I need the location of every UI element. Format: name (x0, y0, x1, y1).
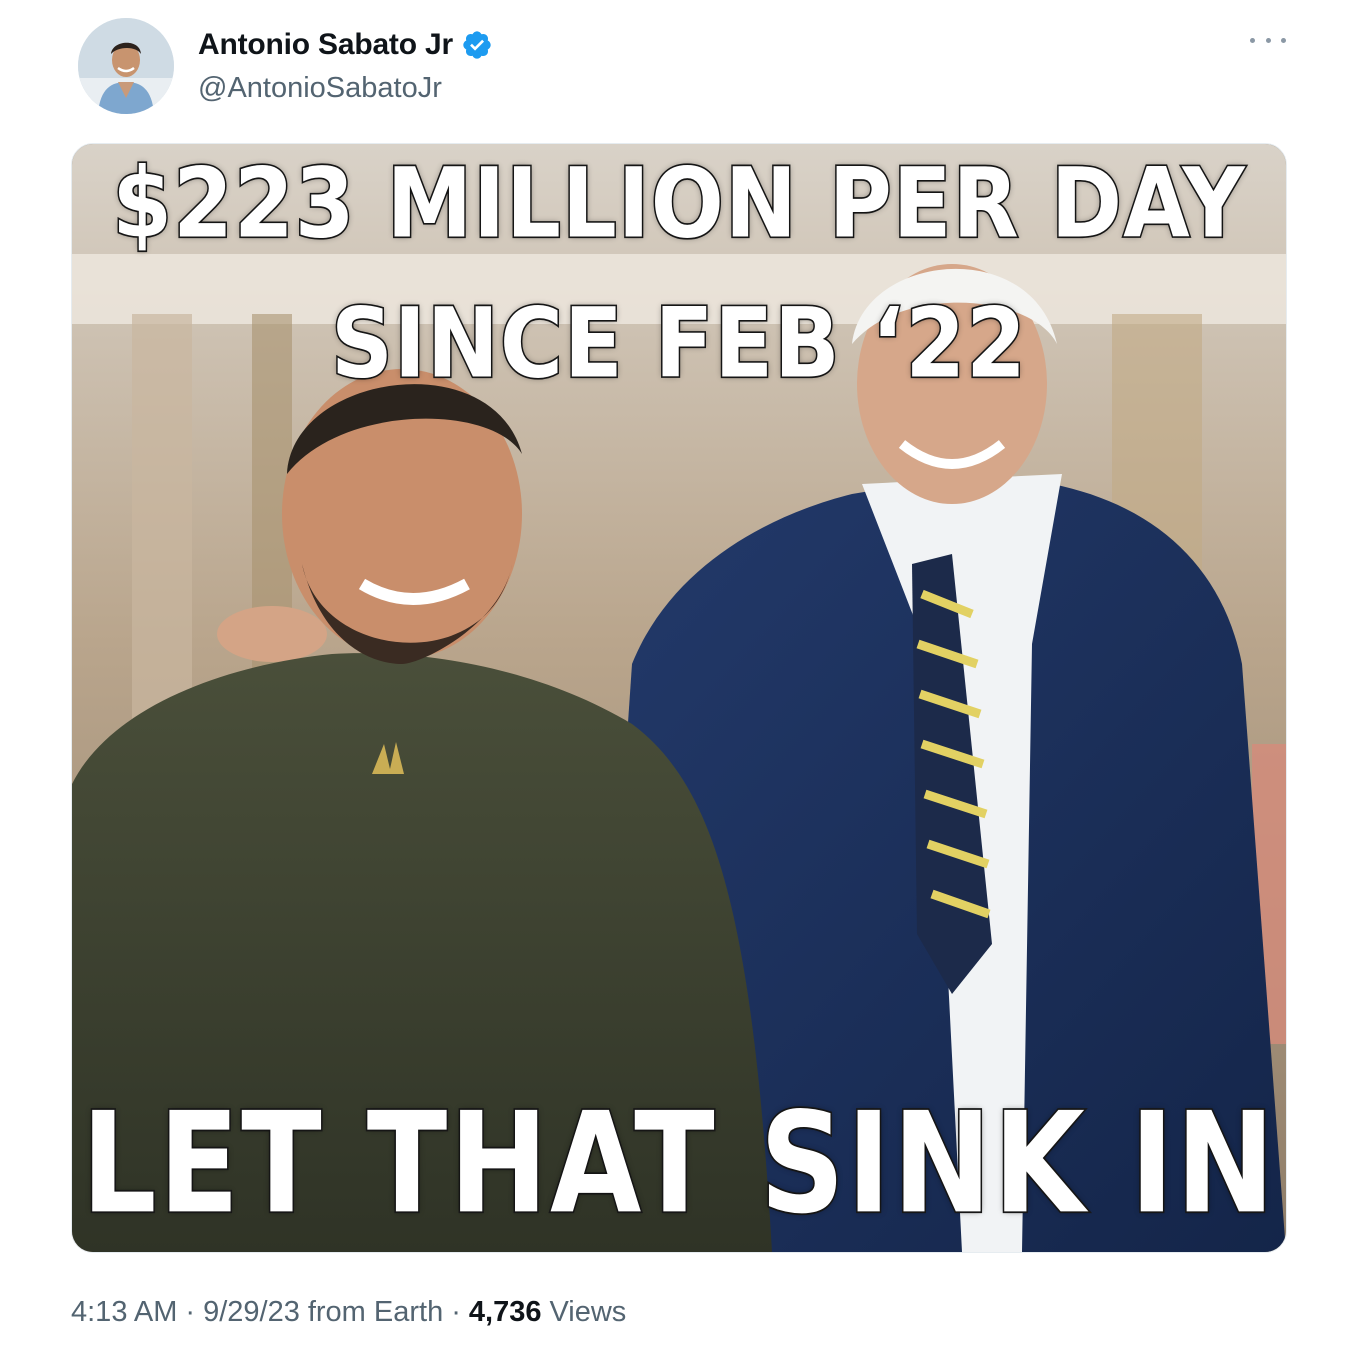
author-avatar[interactable] (78, 18, 174, 114)
author-name-row[interactable]: Antonio Sabato Jr (198, 28, 493, 62)
ellipsis-icon[interactable] (1250, 30, 1286, 50)
meme-top-text-line-1: $223 MILLION PER DAY (111, 146, 1246, 261)
separator-dot: · (185, 1296, 196, 1328)
tweet-source: from Earth (307, 1296, 444, 1328)
tweet-date[interactable]: 9/29/23 (203, 1296, 300, 1329)
tweet-media-image[interactable]: $223 MILLION PER DAY SINCE FEB ‘22 LET T… (71, 143, 1287, 1253)
separator-dot: · (451, 1296, 461, 1328)
meme-top-text-line-2: SINCE FEB ‘22 (329, 286, 1028, 401)
views-count[interactable]: 4,736 (469, 1296, 542, 1329)
tweet-metadata: 4:13 AM · 9/29/23 from Earth · 4,736 Vie… (71, 1296, 626, 1329)
tweet-time[interactable]: 4:13 AM (71, 1296, 177, 1329)
verified-badge-icon[interactable] (461, 29, 493, 61)
avatar-photo-icon (78, 18, 174, 114)
tweet: Antonio Sabato Jr @AntonioSabatoJr $223 … (0, 0, 1354, 1370)
meme-bottom-text: LET THAT SINK IN (80, 1080, 1277, 1246)
views-label: Views (549, 1296, 627, 1328)
author-name[interactable]: Antonio Sabato Jr (198, 28, 453, 62)
author-handle[interactable]: @AntonioSabatoJr (198, 72, 442, 105)
